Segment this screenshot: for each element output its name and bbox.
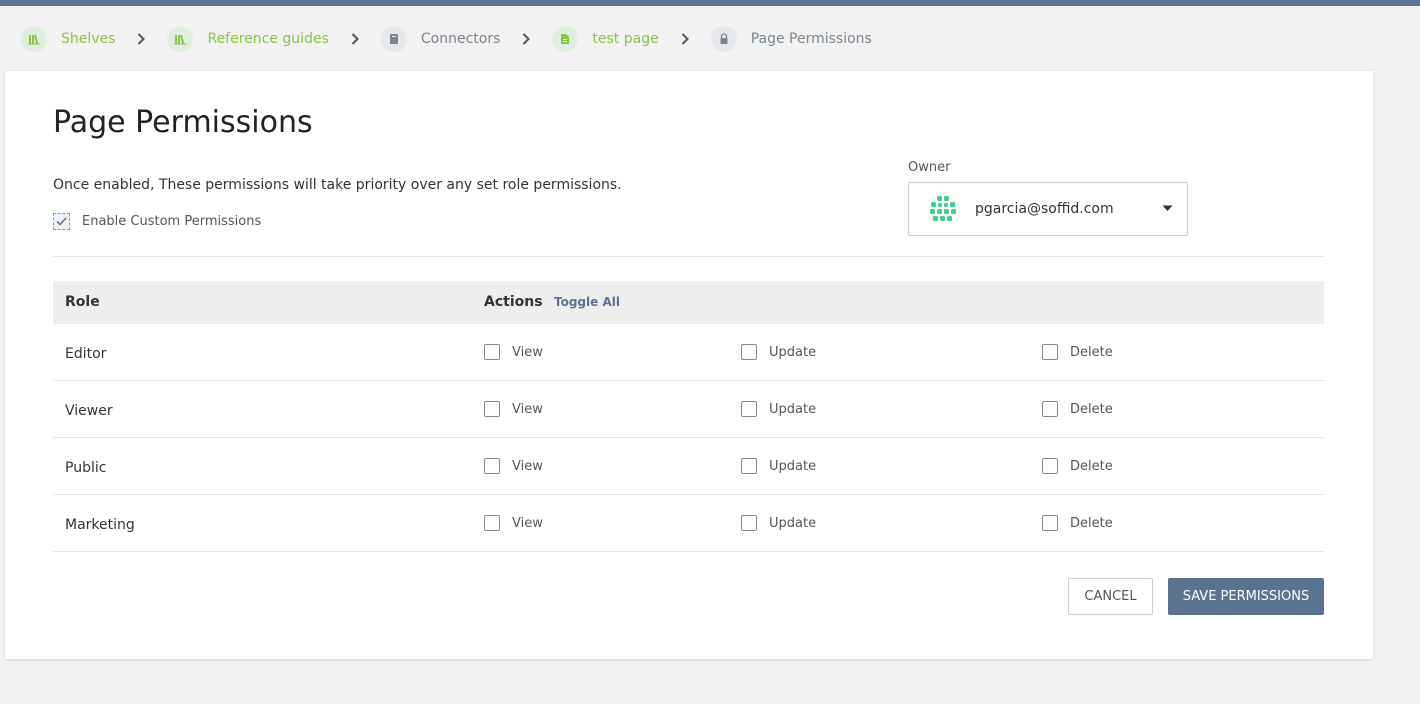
cancel-button[interactable]: CANCEL xyxy=(1068,578,1153,615)
breadcrumb-test-page[interactable]: test page xyxy=(552,26,659,52)
owner-label: Owner xyxy=(908,160,951,175)
update-label: Update xyxy=(769,515,817,531)
checkbox[interactable] xyxy=(1042,344,1058,360)
role-name: Marketing xyxy=(65,517,135,533)
breadcrumb-shelves[interactable]: Shelves xyxy=(21,26,115,52)
delete-label: Delete xyxy=(1070,515,1113,531)
update-checkbox[interactable]: Update xyxy=(741,515,816,531)
page-title: Page Permissions xyxy=(53,105,313,140)
update-checkbox[interactable]: Update xyxy=(741,344,816,360)
breadcrumb-label: Page Permissions xyxy=(750,31,872,47)
view-checkbox[interactable]: View xyxy=(484,515,543,531)
breadcrumb-page-permissions[interactable]: Page Permissions xyxy=(710,26,872,52)
view-label: View xyxy=(512,401,543,417)
permissions-card: Page Permissions Once enabled, These per… xyxy=(5,71,1373,659)
checkbox[interactable] xyxy=(741,515,757,531)
page-icon xyxy=(552,26,579,52)
checkbox[interactable] xyxy=(1042,515,1058,531)
checkbox[interactable] xyxy=(741,344,757,360)
caret-down-icon xyxy=(1162,205,1173,211)
delete-label: Delete xyxy=(1070,401,1113,417)
view-label: View xyxy=(512,458,543,474)
role-permissions-table: Role Actions Toggle All Editor View Upda… xyxy=(53,281,1324,552)
table-row: Public View Update Delete xyxy=(53,438,1324,495)
checkbox[interactable] xyxy=(741,458,757,474)
role-name: Public xyxy=(65,460,107,476)
update-label: Update xyxy=(769,458,817,474)
checkbox[interactable] xyxy=(484,515,500,531)
divider xyxy=(53,256,1324,257)
checkbox[interactable] xyxy=(1042,458,1058,474)
breadcrumb-connectors[interactable]: Connectors xyxy=(380,26,501,52)
chevron-right-icon xyxy=(345,33,365,45)
update-checkbox[interactable]: Update xyxy=(741,401,816,417)
owner-value: pgarcia@soffid.com xyxy=(975,201,1114,217)
role-name: Viewer xyxy=(65,403,113,419)
breadcrumb: Shelves Reference guides Connectors test… xyxy=(21,26,872,52)
book-icon xyxy=(380,26,407,52)
checkbox[interactable] xyxy=(484,458,500,474)
update-label: Update xyxy=(769,401,817,417)
checkbox[interactable] xyxy=(741,401,757,417)
delete-checkbox[interactable]: Delete xyxy=(1042,458,1113,474)
delete-checkbox[interactable]: Delete xyxy=(1042,515,1113,531)
view-label: View xyxy=(512,344,543,360)
checkbox-checked[interactable] xyxy=(53,213,70,230)
breadcrumb-label: Reference guides xyxy=(207,31,329,47)
toggle-all-link[interactable]: Toggle All xyxy=(554,295,620,309)
top-accent-bar xyxy=(0,0,1420,6)
update-checkbox[interactable]: Update xyxy=(741,458,816,474)
breadcrumb-label: Shelves xyxy=(61,31,116,47)
checkbox[interactable] xyxy=(1042,401,1058,417)
delete-checkbox[interactable]: Delete xyxy=(1042,401,1113,417)
lock-icon xyxy=(710,26,737,52)
permissions-description: Once enabled, These permissions will tak… xyxy=(53,177,622,193)
enable-custom-permissions-label: Enable Custom Permissions xyxy=(82,214,262,229)
view-checkbox[interactable]: View xyxy=(484,344,543,360)
checkmark-icon xyxy=(56,217,67,226)
view-label: View xyxy=(512,515,543,531)
chevron-right-icon xyxy=(516,33,536,45)
owner-dropdown[interactable]: pgarcia@soffid.com xyxy=(908,182,1188,236)
breadcrumb-label: test page xyxy=(592,31,659,47)
column-header-role: Role xyxy=(65,294,100,310)
chevron-right-icon xyxy=(675,33,695,45)
enable-custom-permissions-checkbox[interactable]: Enable Custom Permissions xyxy=(53,213,261,230)
table-row: Marketing View Update Delete xyxy=(53,495,1324,552)
breadcrumb-reference-guides[interactable]: Reference guides xyxy=(167,26,329,52)
save-permissions-button[interactable]: SAVE PERMISSIONS xyxy=(1168,578,1324,615)
column-header-actions: Actions xyxy=(484,294,543,310)
delete-label: Delete xyxy=(1070,458,1113,474)
chevron-right-icon xyxy=(131,33,151,45)
bookshelf-icon xyxy=(21,26,47,52)
avatar xyxy=(928,194,958,224)
table-header: Role Actions Toggle All xyxy=(53,281,1324,324)
delete-label: Delete xyxy=(1070,344,1113,360)
view-checkbox[interactable]: View xyxy=(484,401,543,417)
breadcrumb-label: Connectors xyxy=(420,31,501,47)
checkbox[interactable] xyxy=(484,401,500,417)
delete-checkbox[interactable]: Delete xyxy=(1042,344,1113,360)
bookshelf-icon xyxy=(167,26,194,52)
checkbox[interactable] xyxy=(484,344,500,360)
table-row: Editor View Update Delete xyxy=(53,324,1324,381)
table-row: Viewer View Update Delete xyxy=(53,381,1324,438)
view-checkbox[interactable]: View xyxy=(484,458,543,474)
role-name: Editor xyxy=(65,346,107,362)
update-label: Update xyxy=(769,344,817,360)
